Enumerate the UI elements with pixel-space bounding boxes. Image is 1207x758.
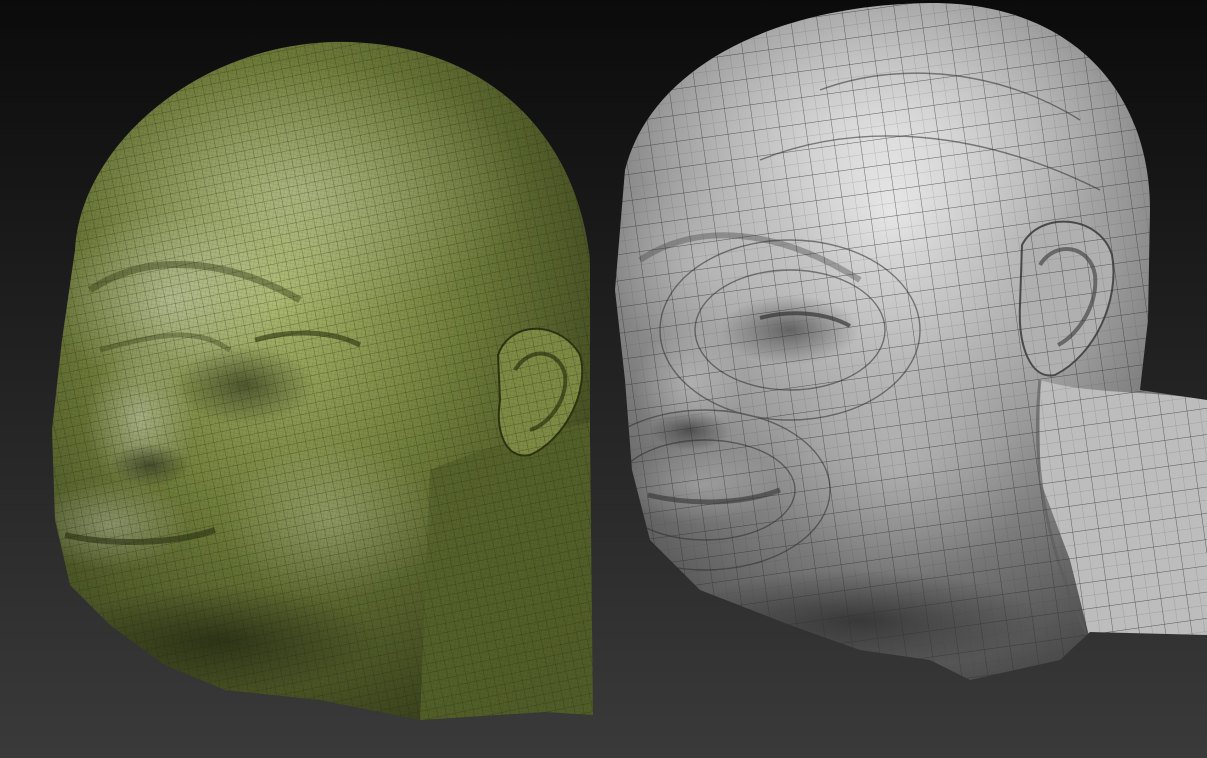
render-canvas [0, 0, 1207, 758]
render-viewport [0, 0, 1207, 758]
